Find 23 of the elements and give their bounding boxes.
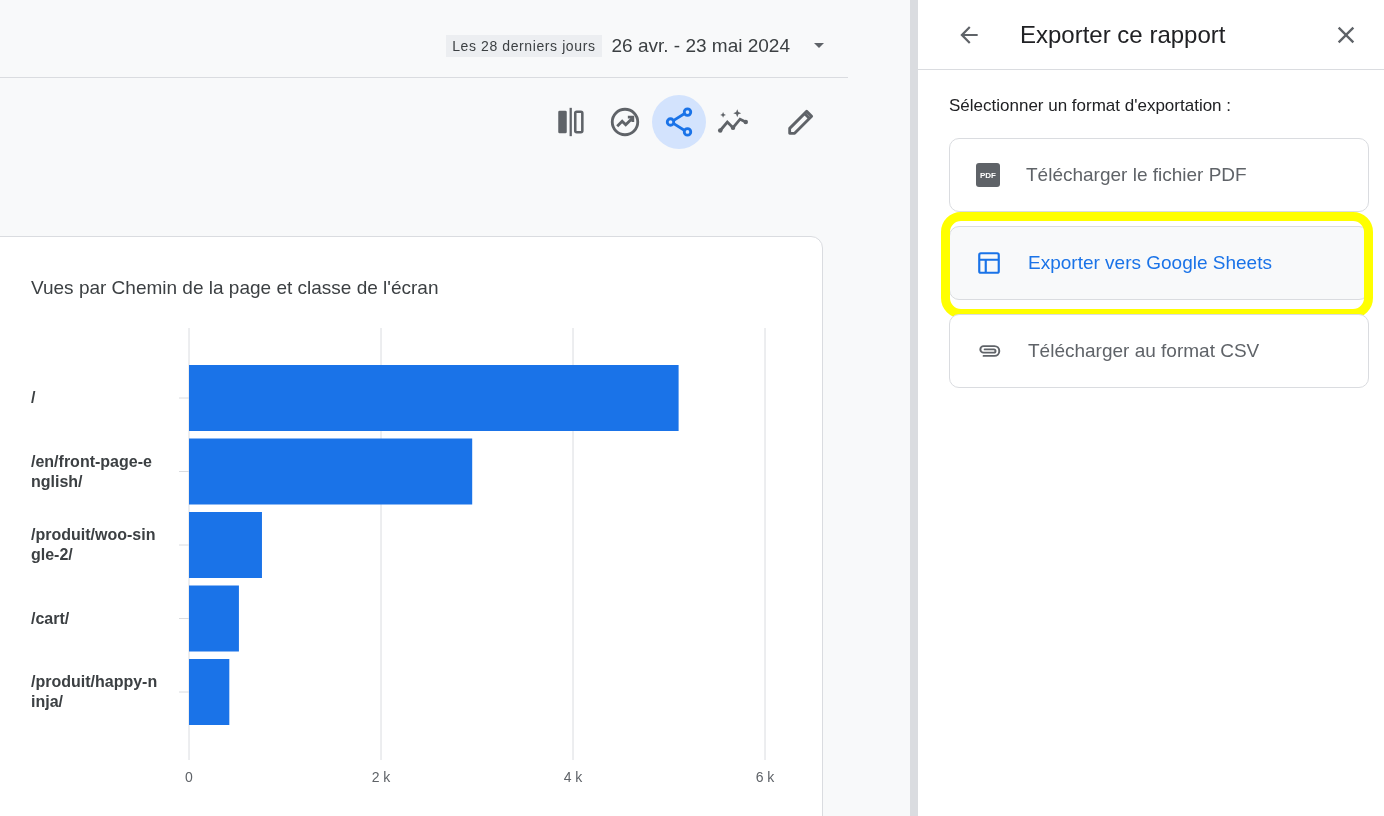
date-preset-label: Les 28 derniers jours xyxy=(446,34,602,57)
pdf-file-icon: PDF xyxy=(976,163,1000,187)
export-option[interactable]: Télécharger au format CSV xyxy=(949,314,1369,388)
export-option[interactable]: PDF Télécharger le fichier PDF xyxy=(949,138,1369,212)
caret-icon[interactable] xyxy=(814,43,824,48)
category-label: /en/front-page-english/ xyxy=(31,451,153,492)
axis-tick-label: 4 k xyxy=(563,769,583,785)
bar xyxy=(189,585,239,652)
trend-circle-icon xyxy=(608,105,642,139)
bar xyxy=(189,659,230,725)
category-label: / xyxy=(31,388,36,408)
date-range-dropdown[interactable]: 26 avr. - 23 mai 2024 xyxy=(601,34,800,57)
panel-title: Exporter ce rapport xyxy=(1020,20,1227,49)
axis-tick-label: 6 k xyxy=(755,769,775,785)
category-label: /cart/ xyxy=(31,608,70,629)
table-grid-icon xyxy=(976,250,1002,276)
export-format-prompt: Sélectionner un format d'exportation : xyxy=(948,95,1233,116)
axis-tick-label: 2 k xyxy=(371,769,391,785)
category-label: /produit/woo-single-2/ xyxy=(31,525,157,565)
axis-tick-label: 0 xyxy=(185,769,193,785)
chart-title: Vues par Chemin de la page et classe de l'écran xyxy=(31,277,440,300)
share-button[interactable] xyxy=(652,95,706,149)
category-label: /produit/happy-ninja/ xyxy=(31,672,159,712)
